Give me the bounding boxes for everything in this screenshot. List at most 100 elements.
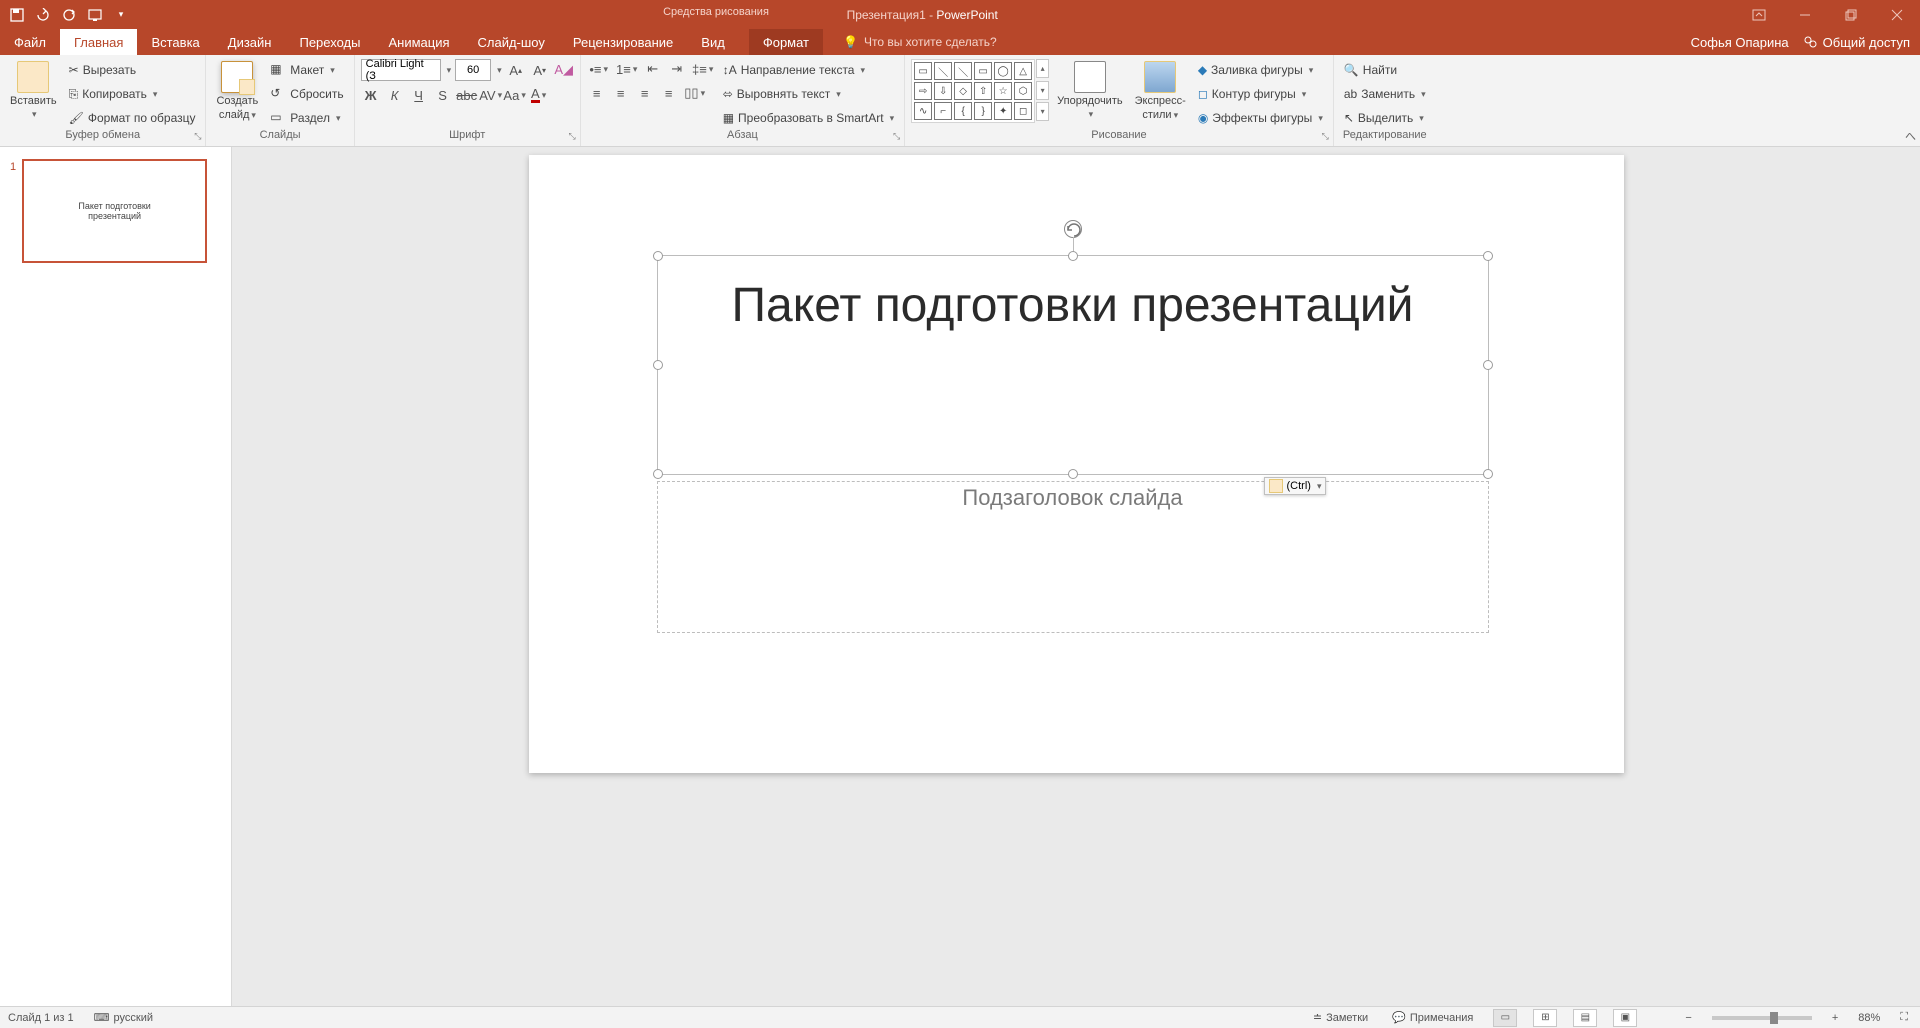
slide-thumbnail-pane[interactable]: 1 Пакет подготовки презентаций: [0, 147, 232, 1006]
shape-curve-icon[interactable]: ∿: [914, 102, 932, 120]
find-button[interactable]: 🔍Найти: [1340, 59, 1430, 81]
bold-button[interactable]: Ж: [361, 85, 381, 105]
zoom-out-button[interactable]: −: [1681, 1012, 1695, 1024]
fit-to-window-button[interactable]: ⛶: [1896, 1011, 1912, 1024]
drawing-launcher-icon[interactable]: ⤡: [1322, 131, 1329, 142]
align-left-button[interactable]: ≡: [587, 83, 607, 103]
undo-icon[interactable]: [34, 6, 52, 24]
cut-button[interactable]: ✂Вырезать: [65, 59, 200, 81]
gallery-down-icon[interactable]: ▾: [1036, 81, 1049, 100]
shape-star2-icon[interactable]: ✦: [994, 102, 1012, 120]
subtitle-textbox[interactable]: Подзаголовок слайда: [657, 481, 1489, 633]
maximize-button[interactable]: [1828, 0, 1874, 29]
shape-triangle-icon[interactable]: △: [1014, 62, 1032, 80]
decrease-font-icon[interactable]: A▾: [530, 60, 550, 80]
resize-handle-tr[interactable]: [1483, 251, 1493, 261]
font-name-dropdown-icon[interactable]: ▾: [447, 65, 452, 76]
zoom-thumb[interactable]: [1770, 1012, 1778, 1024]
notes-button[interactable]: ≐Заметки: [1309, 1011, 1372, 1024]
shape-outline-button[interactable]: ◻Контур фигуры▾: [1194, 83, 1327, 105]
shape-oval-icon[interactable]: ◯: [994, 62, 1012, 80]
shape-effects-button[interactable]: ◉Эффекты фигуры▾: [1194, 107, 1327, 129]
italic-button[interactable]: К: [385, 85, 405, 105]
shape-arrow-u-icon[interactable]: ⇧: [974, 82, 992, 100]
qat-customize-icon[interactable]: ▾: [112, 6, 130, 24]
resize-handle-b[interactable]: [1068, 469, 1078, 479]
shape-rect-icon[interactable]: ▭: [914, 62, 932, 80]
bullets-button[interactable]: •≡▾: [587, 59, 611, 79]
increase-font-icon[interactable]: A▴: [506, 60, 526, 80]
replace-button[interactable]: abЗаменить▾: [1340, 83, 1430, 105]
paste-button[interactable]: Вставить ▾: [6, 59, 61, 122]
font-size-dropdown-icon[interactable]: ▾: [497, 65, 502, 76]
collapse-ribbon-icon[interactable]: へ: [1905, 128, 1916, 144]
clear-formatting-icon[interactable]: A◢: [554, 60, 574, 80]
resize-handle-l[interactable]: [653, 360, 663, 370]
shapes-gallery[interactable]: ▭＼＼▭◯△ ⇨⇩◇⇧☆⬡ ∿⌐{}✦◻: [911, 59, 1035, 123]
tab-insert[interactable]: Вставка: [137, 29, 213, 55]
resize-handle-r[interactable]: [1483, 360, 1493, 370]
paragraph-launcher-icon[interactable]: ⤡: [893, 131, 900, 142]
tab-transitions[interactable]: Переходы: [285, 29, 374, 55]
increase-indent-button[interactable]: ⇥: [667, 59, 687, 79]
slide-title-text[interactable]: Пакет подготовки презентаций: [658, 256, 1488, 333]
font-name-input[interactable]: Calibri Light (З: [361, 59, 441, 81]
sorter-view-button[interactable]: ⊞: [1533, 1009, 1557, 1027]
rotate-handle-icon[interactable]: [1064, 220, 1082, 238]
shape-star-icon[interactable]: ☆: [994, 82, 1012, 100]
text-direction-button[interactable]: ↕AНаправление текста▾: [719, 59, 898, 81]
font-color-button[interactable]: A▾: [529, 85, 549, 105]
shape-arrow-r-icon[interactable]: ⇨: [914, 82, 932, 100]
close-button[interactable]: [1874, 0, 1920, 29]
minimize-button[interactable]: [1782, 0, 1828, 29]
tab-design[interactable]: Дизайн: [214, 29, 286, 55]
quick-styles-button[interactable]: Экспресс- стили▾: [1131, 59, 1190, 123]
ribbon-display-options-icon[interactable]: [1736, 0, 1782, 29]
shape-line-icon[interactable]: ＼: [934, 62, 952, 80]
clipboard-launcher-icon[interactable]: ⤡: [194, 131, 201, 142]
underline-button[interactable]: Ч: [409, 85, 429, 105]
tab-file[interactable]: Файл: [0, 29, 60, 55]
section-button[interactable]: ▭Раздел▾: [266, 107, 347, 129]
resize-handle-bl[interactable]: [653, 469, 663, 479]
subtitle-placeholder-text[interactable]: Подзаголовок слайда: [658, 482, 1488, 511]
shape-fill-button[interactable]: ◆Заливка фигуры▾: [1194, 59, 1327, 81]
text-shadow-button[interactable]: S: [433, 85, 453, 105]
change-case-button[interactable]: Aa▾: [505, 85, 525, 105]
arrange-button[interactable]: Упорядочить ▾: [1053, 59, 1126, 122]
resize-handle-br[interactable]: [1483, 469, 1493, 479]
slide-edit-area[interactable]: Пакет подготовки презентаций Подзаголово…: [232, 147, 1920, 1006]
redo-icon[interactable]: [60, 6, 78, 24]
title-textbox[interactable]: Пакет подготовки презентаций: [657, 255, 1489, 475]
slide-canvas[interactable]: Пакет подготовки презентаций Подзаголово…: [529, 155, 1624, 773]
gallery-more-icon[interactable]: ▾: [1036, 102, 1049, 121]
comments-button[interactable]: 💬Примечания: [1388, 1011, 1477, 1024]
align-center-button[interactable]: ≡: [611, 83, 631, 103]
columns-button[interactable]: ▯▯▾: [683, 83, 707, 103]
shape-diamond-icon[interactable]: ◇: [954, 82, 972, 100]
slide-counter[interactable]: Слайд 1 из 1: [8, 1012, 74, 1024]
paste-options-button[interactable]: (Ctrl) ▾: [1264, 477, 1327, 495]
new-slide-button[interactable]: Создать слайд▾: [212, 59, 262, 123]
layout-button[interactable]: ▦Макет▾: [266, 59, 347, 81]
align-text-button[interactable]: ⬄Выровнять текст▾: [719, 83, 898, 105]
reading-view-button[interactable]: ▤: [1573, 1009, 1597, 1027]
select-button[interactable]: ↖Выделить▾: [1340, 107, 1430, 129]
thumbnail-preview[interactable]: Пакет подготовки презентаций: [22, 159, 207, 263]
numbering-button[interactable]: 1≡▾: [615, 59, 639, 79]
thumbnail-1[interactable]: 1 Пакет подготовки презентаций: [10, 159, 221, 263]
resize-handle-tl[interactable]: [653, 251, 663, 261]
tab-home[interactable]: Главная: [60, 29, 137, 55]
tab-animations[interactable]: Анимация: [374, 29, 463, 55]
zoom-value[interactable]: 88%: [1858, 1012, 1880, 1024]
shape-arrow-d-icon[interactable]: ⇩: [934, 82, 952, 100]
font-size-input[interactable]: 60: [455, 59, 491, 81]
copy-button[interactable]: ⎘Копировать▾: [65, 83, 200, 105]
justify-button[interactable]: ≡: [659, 83, 679, 103]
tab-review[interactable]: Рецензирование: [559, 29, 687, 55]
normal-view-button[interactable]: ▭: [1493, 1009, 1517, 1027]
tab-format[interactable]: Формат: [749, 29, 823, 55]
shape-callout-icon[interactable]: ◻: [1014, 102, 1032, 120]
tab-slideshow[interactable]: Слайд-шоу: [464, 29, 559, 55]
font-launcher-icon[interactable]: ⤡: [569, 131, 576, 142]
